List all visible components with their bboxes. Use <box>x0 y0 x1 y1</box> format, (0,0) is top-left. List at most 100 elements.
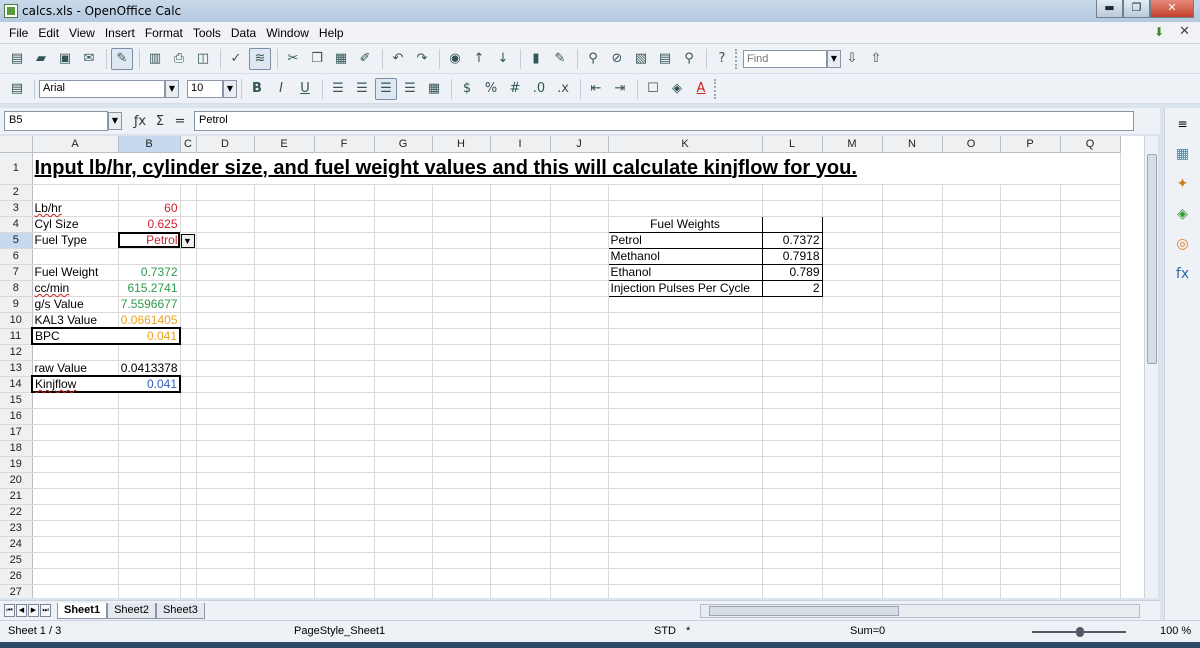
formula-input[interactable]: Petrol <box>194 111 1134 131</box>
undo-icon[interactable]: ↶ <box>387 48 409 70</box>
close-document-icon[interactable]: ✕ <box>1179 24 1190 39</box>
row-header[interactable]: 2 <box>0 184 33 201</box>
fuel-name-ethanol[interactable]: Ethanol <box>607 263 763 281</box>
draw-functions-icon[interactable]: ✎ <box>549 48 571 70</box>
properties-icon[interactable]: ▦ <box>1171 142 1195 166</box>
cell-a4[interactable]: Cyl Size <box>32 216 119 233</box>
col-header-d[interactable]: D <box>196 136 255 153</box>
row-header[interactable]: 17 <box>0 424 33 441</box>
print-icon[interactable]: ⎙ <box>168 48 190 70</box>
menu-format[interactable]: Format <box>140 26 188 40</box>
save-icon[interactable]: ▣ <box>54 48 76 70</box>
row-header[interactable]: 8 <box>0 280 33 297</box>
cell-a3[interactable]: Lb/hr <box>32 200 119 217</box>
functions-icon[interactable]: fx <box>1171 262 1195 286</box>
paste-icon[interactable]: ▦ <box>330 48 352 70</box>
col-header-o[interactable]: O <box>942 136 1001 153</box>
tab-sheet1[interactable]: Sheet1 <box>57 602 108 619</box>
kinjflow-box[interactable]: Kinjflow 0.041 <box>31 375 181 393</box>
spreadsheet-grid[interactable]: A B C D E F G H I J K L M N O P Q 1 Inpu… <box>0 136 1144 598</box>
export-pdf-icon[interactable]: ▥ <box>144 48 166 70</box>
cell-b9[interactable]: 7.5596677 <box>118 296 181 313</box>
row-header[interactable]: 14 <box>0 376 33 393</box>
align-center-icon[interactable]: ☰ <box>351 78 373 100</box>
menu-tools[interactable]: Tools <box>188 26 226 40</box>
font-name-box[interactable]: Arial <box>39 79 165 98</box>
row-header[interactable]: 6 <box>0 248 33 265</box>
background-color-icon[interactable]: ◈ <box>666 78 688 100</box>
select-all-corner[interactable] <box>0 136 33 153</box>
row-header[interactable]: 18 <box>0 440 33 457</box>
name-box-dropdown-icon[interactable]: ▼ <box>108 112 122 130</box>
horizontal-scrollbar[interactable] <box>700 604 1140 618</box>
row-header[interactable]: 20 <box>0 472 33 489</box>
name-box[interactable]: B5 <box>4 111 108 131</box>
update-icon[interactable]: ⬇ <box>1154 25 1170 39</box>
cell-b5-selected[interactable]: Petrol <box>118 232 181 249</box>
status-sum[interactable]: Sum=0 <box>850 625 885 637</box>
help-icon[interactable]: ? <box>711 48 733 70</box>
page-preview-icon[interactable]: ◫ <box>192 48 214 70</box>
menu-help[interactable]: Help <box>314 26 349 40</box>
delete-decimal-icon[interactable]: .x <box>552 78 574 100</box>
row-header[interactable]: 3 <box>0 200 33 217</box>
decrease-indent-icon[interactable]: ⇤ <box>585 78 607 100</box>
row-header[interactable]: 24 <box>0 536 33 553</box>
standard-format-icon[interactable]: # <box>504 78 526 100</box>
autospellcheck-icon[interactable]: ≋ <box>249 47 271 70</box>
status-zoom[interactable]: 100 % <box>1160 625 1191 637</box>
fuel-table-title[interactable]: Fuel Weights <box>607 215 763 233</box>
row-header[interactable]: 22 <box>0 504 33 521</box>
find-next-icon[interactable]: ⇩ <box>841 48 863 70</box>
open-folder-icon[interactable]: ▰ <box>30 48 52 70</box>
font-size-box[interactable]: 10 <box>187 79 223 98</box>
percent-format-icon[interactable]: % <box>480 78 502 100</box>
font-color-icon[interactable]: A <box>690 78 712 100</box>
status-page-style[interactable]: PageStyle_Sheet1 <box>294 625 385 637</box>
col-header-l[interactable]: L <box>762 136 823 153</box>
align-left-icon[interactable]: ☰ <box>327 78 349 100</box>
align-right-icon[interactable]: ☰ <box>375 77 397 100</box>
menu-view[interactable]: View <box>64 26 100 40</box>
next-sheet-icon[interactable]: ▶ <box>28 604 39 617</box>
vertical-scroll-thumb[interactable] <box>1147 154 1157 364</box>
styles-formatting-icon[interactable]: ✦ <box>1171 172 1195 196</box>
row-header[interactable]: 16 <box>0 408 33 425</box>
zoom-slider[interactable] <box>1020 627 1140 637</box>
justify-icon[interactable]: ☰ <box>399 78 421 100</box>
row-header[interactable]: 12 <box>0 344 33 361</box>
status-mode[interactable]: STD <box>654 625 676 637</box>
spellcheck-icon[interactable]: ✓ <box>225 48 247 70</box>
row-header[interactable]: 1 <box>0 152 33 185</box>
tab-sheet3[interactable]: Sheet3 <box>155 602 205 619</box>
cell-b3[interactable]: 60 <box>118 200 181 217</box>
cell-a13[interactable]: raw Value <box>32 360 119 377</box>
fuel-value-ethanol[interactable]: 0.789 <box>761 263 823 281</box>
cell-b7[interactable]: 0.7372 <box>118 264 181 281</box>
col-header-a[interactable]: A <box>32 136 119 153</box>
fuel-name-pulses[interactable]: Injection Pulses Per Cycle <box>607 279 763 297</box>
col-header-j[interactable]: J <box>550 136 609 153</box>
navigator-icon[interactable]: ⊘ <box>606 48 628 70</box>
close-button[interactable]: ✕ <box>1150 0 1194 18</box>
cell-a8[interactable]: cc/min <box>32 280 119 297</box>
edit-file-icon[interactable]: ✎ <box>111 47 133 70</box>
sort-descending-icon[interactable]: ↓ <box>492 48 514 70</box>
last-sheet-icon[interactable]: ⏭ <box>40 604 51 617</box>
fuel-name-petrol[interactable]: Petrol <box>607 231 763 249</box>
find-input[interactable] <box>743 49 827 68</box>
row-header[interactable]: 10 <box>0 312 33 329</box>
borders-icon[interactable]: ☐ <box>642 78 664 100</box>
row-header[interactable]: 15 <box>0 392 33 409</box>
chart-icon[interactable]: ▮ <box>525 48 547 70</box>
fuel-name-methanol[interactable]: Methanol <box>607 247 763 265</box>
increase-indent-icon[interactable]: ⇥ <box>609 78 631 100</box>
sidebar-gallery-icon[interactable]: ◈ <box>1171 202 1195 226</box>
cell-b8[interactable]: 615.2741 <box>118 280 181 297</box>
merge-cells-icon[interactable]: ▦ <box>423 78 445 100</box>
menu-window[interactable]: Window <box>261 26 314 40</box>
add-decimal-icon[interactable]: .0 <box>528 78 550 100</box>
sidebar-menu-icon[interactable]: ≡ <box>1171 112 1195 136</box>
new-document-icon[interactable]: ▤ <box>6 48 28 70</box>
validation-dropdown-icon[interactable]: ▼ <box>180 233 195 248</box>
